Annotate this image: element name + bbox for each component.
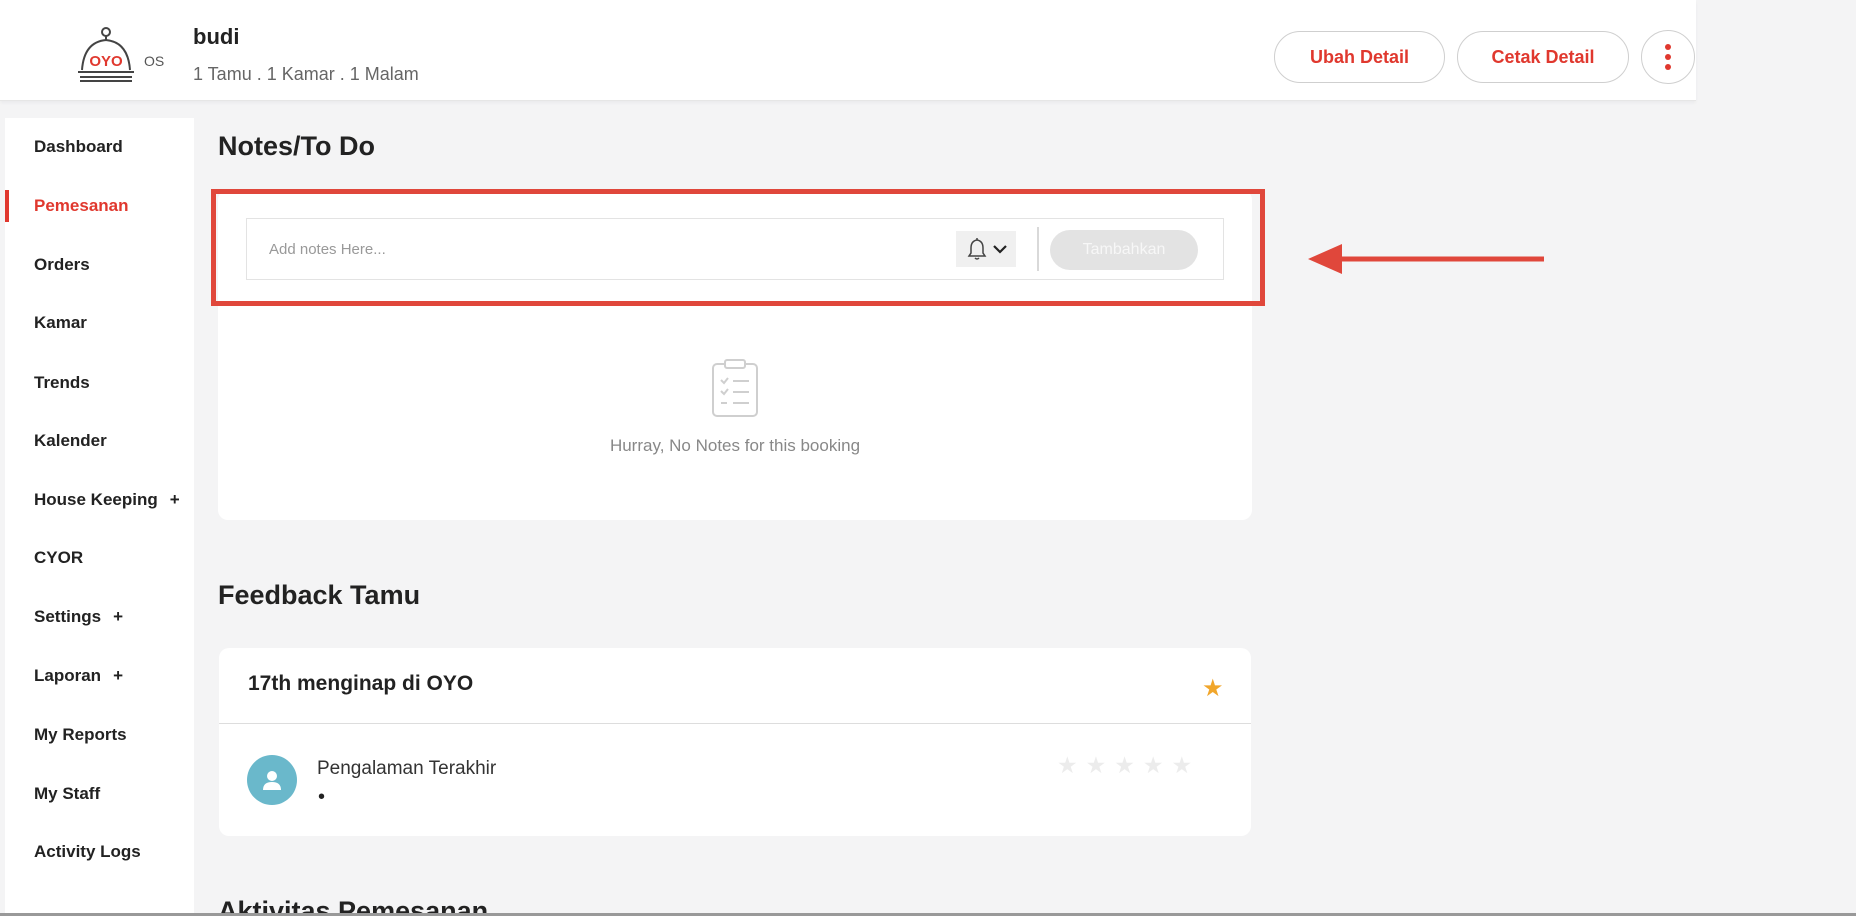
guest-name: budi	[193, 24, 240, 49]
edit-detail-button[interactable]: Ubah Detail	[1274, 31, 1445, 83]
expand-icon: +	[113, 666, 123, 685]
sidebar-item-pemesanan[interactable]: Pemesanan	[5, 182, 194, 230]
last-experience-label: Pengalaman Terakhir	[317, 758, 497, 779]
rating-star-icon: ★	[1085, 752, 1115, 778]
sidebar-item-label: My Staff	[34, 784, 101, 803]
sidebar-item-label: My Reports	[34, 725, 127, 744]
sidebar-item-label: CYOR	[34, 548, 84, 567]
sidebar-item-label: Activity Logs	[34, 842, 141, 861]
feedback-section-title: Feedback Tamu	[218, 580, 421, 610]
sidebar-item-kalender[interactable]: Kalender	[5, 417, 194, 465]
annotation-highlight-box	[211, 189, 1265, 306]
expand-icon: +	[169, 490, 180, 509]
rating-star-icon: ★	[1057, 752, 1086, 778]
sidebar-item-label: Trends	[34, 373, 90, 392]
sidebar-item-house-keeping[interactable]: House Keeping +	[5, 476, 194, 524]
top-header: OYO OS budi 1 Tamu . 1 Kamar . 1 Malam U…	[0, 0, 1696, 101]
sidebar-item-label: Settings	[34, 607, 102, 626]
sidebar-item-my-staff[interactable]: My Staff	[5, 770, 194, 818]
sidebar-item-label: Orders	[34, 255, 90, 274]
sidebar-item-label: Dashboard	[34, 137, 123, 156]
sidebar-item-trends[interactable]: Trends	[5, 359, 194, 407]
sidebar-item-label: Pemesanan	[34, 196, 129, 215]
sidebar-item-laporan[interactable]: Laporan +	[5, 652, 194, 700]
avatar	[247, 755, 297, 805]
booking-summary: 1 Tamu . 1 Kamar . 1 Malam	[193, 64, 419, 84]
star-icon: ★	[1202, 675, 1224, 702]
sidebar-item-activity-logs[interactable]: Activity Logs	[5, 828, 194, 876]
clipboard-checklist-icon	[712, 359, 758, 417]
rating-star-icon: ★	[1114, 752, 1143, 778]
oyo-os-logo[interactable]: OYO OS	[76, 26, 176, 84]
sidebar: Dashboard Pemesanan Orders Kamar Trends …	[5, 118, 194, 916]
sidebar-item-kamar[interactable]: Kamar	[5, 299, 194, 347]
star-rating: ★★★★★	[1057, 752, 1200, 779]
vertical-dots-icon	[1665, 44, 1671, 70]
sidebar-item-my-reports[interactable]: My Reports	[5, 711, 194, 759]
logo-text: OYO	[89, 53, 123, 70]
stay-count-text: 17th menginap di OYO	[248, 672, 474, 695]
print-detail-button[interactable]: Cetak Detail	[1457, 31, 1629, 83]
rating-star-icon: ★	[1171, 752, 1201, 778]
rating-star-icon: ★	[1142, 752, 1172, 778]
feedback-divider	[219, 723, 1251, 724]
page: OYO OS budi 1 Tamu . 1 Kamar . 1 Malam U…	[0, 0, 1856, 916]
empty-notes-message: Hurray, No Notes for this booking	[609, 436, 861, 455]
expand-icon: +	[113, 607, 123, 626]
sidebar-item-label: House Keeping	[34, 490, 158, 509]
sidebar-item-settings[interactable]: Settings +	[5, 593, 194, 641]
sidebar-item-label: Kamar	[34, 313, 87, 332]
sidebar-item-label: Laporan	[34, 666, 102, 685]
annotation-arrow-icon	[1308, 244, 1544, 274]
notes-section-title: Notes/To Do	[218, 131, 375, 161]
sidebar-item-cyor[interactable]: CYOR	[5, 534, 194, 582]
sidebar-item-dashboard[interactable]: Dashboard	[5, 123, 194, 171]
logo-suffix: OS	[144, 53, 164, 69]
sidebar-item-orders[interactable]: Orders	[5, 241, 194, 289]
user-icon	[263, 771, 281, 790]
last-experience-value: •	[318, 786, 326, 808]
more-options-button[interactable]	[1641, 30, 1695, 84]
sidebar-item-label: Kalender	[34, 431, 107, 450]
